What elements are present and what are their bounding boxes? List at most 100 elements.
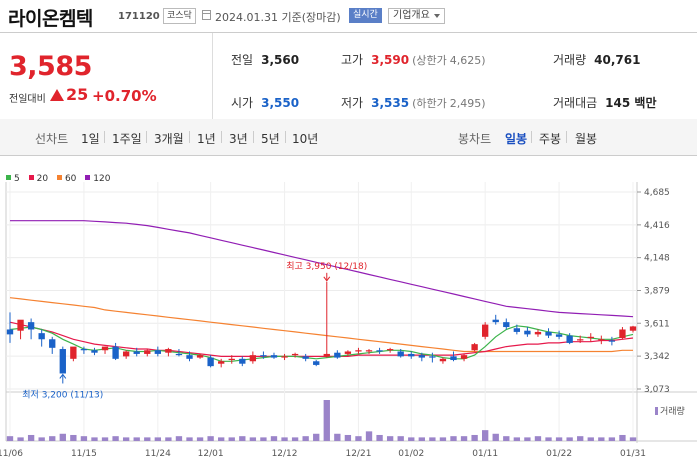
candle-chart-label: 봉차트 (458, 132, 492, 146)
volume-bar (175, 436, 183, 441)
candle-body (344, 351, 352, 354)
y-tick-label: 4,416 (644, 221, 670, 231)
realtime-button[interactable]: 실시간 (349, 8, 382, 23)
candle (6, 312, 14, 343)
candle-body (365, 350, 373, 352)
candle-body (408, 353, 415, 357)
volume-label: 거래량 (553, 53, 587, 67)
divider (566, 131, 567, 143)
tab-3month[interactable]: 3개월 (154, 130, 184, 147)
candle-body (418, 355, 425, 358)
candle-body (608, 340, 616, 342)
candle (49, 336, 56, 354)
price-change-value: 25 (66, 85, 89, 104)
open-price: 시가 3,550 (231, 94, 299, 111)
x-tick-label: 01/11 (472, 449, 498, 459)
tab-daily[interactable]: 일봉 (505, 130, 527, 147)
volume-bar (555, 437, 563, 441)
price-change-pct: +0.70% (92, 87, 157, 105)
candle (112, 342, 119, 361)
candle-body (323, 353, 330, 357)
candle-body (598, 339, 605, 341)
candle-body (534, 331, 542, 335)
volume-bar (482, 430, 489, 441)
x-tick-label: 11/15 (71, 449, 97, 459)
candle (91, 347, 98, 356)
x-tick-label: 11/24 (145, 449, 171, 459)
candle-body (17, 319, 24, 331)
candle (524, 327, 531, 337)
candle-body (70, 346, 77, 359)
candle (144, 349, 151, 357)
volume-bar (408, 437, 415, 441)
volume-bar (524, 437, 531, 441)
candle-body (524, 330, 531, 335)
tab-monthly[interactable]: 월봉 (575, 130, 597, 147)
high-price: 고가 3,590 (상한가 4,625) (341, 51, 486, 68)
candle-body (619, 329, 626, 339)
quote-date: 2024.01.31 기준(장마감) (215, 11, 341, 24)
volume-bar (450, 436, 457, 441)
volume-bar (122, 437, 130, 441)
y-tick-label: 3,342 (644, 352, 670, 362)
tab-10year[interactable]: 10년 (292, 130, 318, 147)
candle-body (91, 350, 98, 353)
volume-bar (218, 437, 225, 441)
y-tick-label: 3,073 (644, 385, 670, 395)
low-price: 저가 3,535 (하한가 2,495) (341, 94, 486, 111)
candle-body (154, 350, 161, 354)
candle-body (175, 353, 183, 356)
candle-body (555, 334, 563, 337)
x-tick-label: 11/06 (0, 449, 23, 459)
tab-weekly[interactable]: 주봉 (539, 130, 561, 147)
volume-bar (598, 437, 605, 441)
chevron-down-icon (433, 14, 440, 18)
volume-bar (70, 434, 77, 441)
candle (545, 328, 552, 339)
candle-body (122, 351, 130, 357)
candle (70, 346, 77, 362)
upper-limit-label: (상한가 (412, 54, 447, 67)
tab-1year[interactable]: 1년 (197, 130, 216, 147)
candle-body (355, 350, 362, 352)
candle (165, 347, 172, 357)
candle (101, 346, 109, 354)
candle-body (492, 319, 499, 323)
candle-body (513, 328, 521, 332)
volume-bar (566, 437, 573, 441)
volume-bar (376, 434, 383, 441)
lower-limit-label: (하한가 (412, 97, 447, 110)
candle-body (165, 349, 172, 353)
tab-1week[interactable]: 1주일 (112, 130, 142, 147)
volume-bar (629, 437, 637, 441)
candle-body (228, 358, 235, 361)
candle-body (545, 331, 552, 336)
company-info-dropdown[interactable]: 기업개요 (388, 8, 445, 24)
low-value: 3,535 (371, 96, 410, 110)
high-value: 3,590 (371, 53, 410, 67)
price-chart[interactable]: 4,685 4,416 4,148 3,879 3,611 3,342 3,073 11/06… (0, 160, 697, 470)
candle-body (439, 358, 447, 362)
candle (429, 352, 436, 363)
high-label: 고가 (341, 53, 364, 67)
volume-bar (439, 437, 447, 441)
candle-body (249, 355, 257, 362)
candle (598, 335, 605, 345)
market-badge: 코스닥 (163, 8, 196, 24)
candle (386, 347, 394, 353)
candle (439, 357, 447, 364)
x-tick-label: 12/21 (345, 449, 371, 459)
lower-limit-value: 2,495) (449, 97, 486, 110)
line-chart-label: 선차트 (35, 132, 69, 146)
candle (460, 353, 468, 362)
tab-1day[interactable]: 1일 (81, 130, 100, 147)
candle-body (302, 356, 309, 359)
x-tick-label: 01/31 (620, 449, 646, 459)
volume-bar (228, 437, 235, 441)
tab-3year[interactable]: 3년 (229, 130, 248, 147)
volume-bar (397, 436, 404, 441)
divider (146, 131, 147, 143)
candle (122, 350, 130, 359)
tab-5year[interactable]: 5년 (261, 130, 280, 147)
candle-body (27, 322, 35, 330)
